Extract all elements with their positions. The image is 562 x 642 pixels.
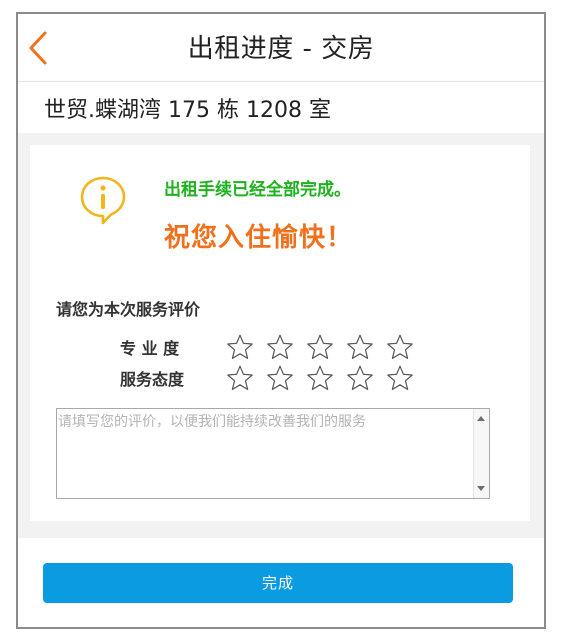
property-address: 世贸.蝶湖湾 175 栋 1208 室 <box>44 98 331 123</box>
rating-title: 请您为本次服务评价 <box>56 300 201 319</box>
star-icon[interactable] <box>226 364 254 392</box>
info-bubble-icon <box>80 176 126 225</box>
completion-message: 出租手续已经全部完成。 <box>164 180 351 200</box>
done-button[interactable]: 完成 <box>43 563 513 603</box>
star-icon[interactable] <box>346 333 374 361</box>
scroll-up-arrow-icon[interactable] <box>477 416 485 421</box>
header-bar: 出租进度 - 交房 <box>18 14 544 82</box>
comment-box <box>56 408 490 499</box>
page-title: 出租进度 - 交房 <box>187 34 375 64</box>
star-icon[interactable] <box>386 364 414 392</box>
scroll-down-arrow-icon[interactable] <box>477 486 485 491</box>
comment-input[interactable] <box>57 409 471 498</box>
rating-label: 服务态度 <box>120 370 185 389</box>
star-icon[interactable] <box>386 333 414 361</box>
greeting-message: 祝您入住愉快！ <box>164 223 354 253</box>
app-window: 出租进度 - 交房 世贸.蝶湖湾 175 栋 1208 室 出租手续已经全部完成… <box>16 12 546 629</box>
star-icon[interactable] <box>266 364 294 392</box>
star-icon[interactable] <box>266 333 294 361</box>
star-icon[interactable] <box>306 364 334 392</box>
rating-label: 专 业 度 <box>120 339 180 358</box>
star-icon[interactable] <box>306 333 334 361</box>
star-icon[interactable] <box>346 364 374 392</box>
completion-card: 出租手续已经全部完成。 祝您入住愉快！ 请您为本次服务评价 专 业 度 服务态度 <box>30 145 530 521</box>
star-icon[interactable] <box>226 333 254 361</box>
comment-scrollbar[interactable] <box>473 409 489 498</box>
